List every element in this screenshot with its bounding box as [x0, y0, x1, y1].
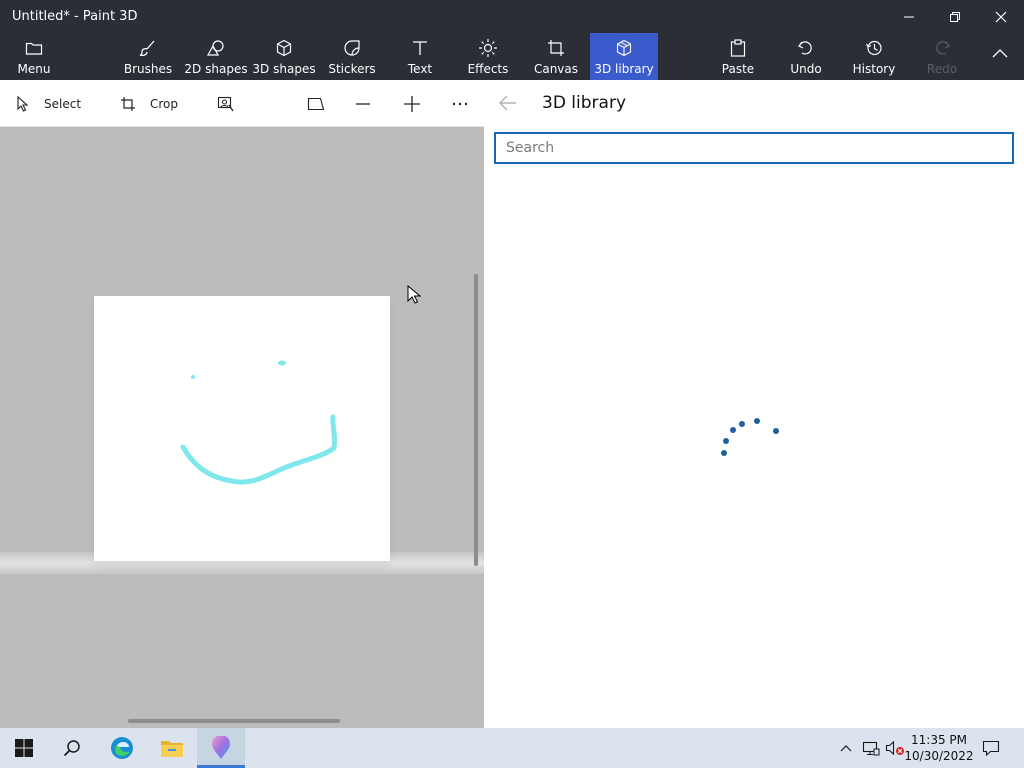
2d-shapes-button[interactable]: 2D shapes: [184, 33, 248, 80]
3d-shapes-button[interactable]: 3D shapes: [252, 33, 316, 80]
minimize-icon: [904, 16, 914, 17]
magic-select-icon: [217, 96, 234, 111]
canvas-toolbar: Select Crop: [0, 80, 484, 127]
view-toggle-button[interactable]: [307, 80, 325, 127]
chevron-up-icon: [992, 49, 1008, 58]
title-bar: Untitled* - Paint 3D: [0, 0, 1024, 33]
2d-shapes-label: 2D shapes: [184, 62, 248, 76]
more-icon: [452, 102, 468, 105]
text-icon: [410, 38, 430, 58]
clock-date: 10/30/2022: [904, 749, 974, 763]
stickers-icon: [342, 38, 362, 58]
close-button[interactable]: [978, 0, 1024, 33]
crop-icon: [121, 96, 135, 111]
effects-button[interactable]: Effects: [464, 33, 512, 80]
edge-browser-button[interactable]: [98, 728, 146, 768]
minus-icon: [356, 102, 370, 105]
3d-view-icon: [307, 97, 325, 110]
stickers-button[interactable]: Stickers: [325, 33, 379, 80]
3d-shapes-icon: [274, 38, 294, 58]
horizontal-scrollbar[interactable]: [128, 719, 340, 723]
3d-library-icon: [614, 38, 634, 58]
drawing-canvas[interactable]: [94, 296, 390, 561]
window-title: Untitled* - Paint 3D: [12, 9, 138, 24]
redo-icon: [932, 38, 952, 58]
taskbar: 11:35 PM 10/30/2022: [0, 728, 1024, 768]
work-area[interactable]: [0, 128, 484, 728]
folder-icon: [161, 741, 183, 757]
history-button[interactable]: History: [848, 33, 900, 80]
select-label: Select: [44, 96, 82, 111]
history-label: History: [852, 62, 896, 76]
file-explorer-button[interactable]: [148, 728, 196, 768]
notification-icon: [982, 740, 1000, 756]
back-arrow-icon[interactable]: [498, 94, 518, 112]
loading-spinner: [721, 418, 779, 456]
canvas-label: Canvas: [533, 62, 579, 76]
paste-label: Paste: [721, 62, 755, 76]
windows-logo-icon: [15, 739, 33, 757]
text-button[interactable]: Text: [397, 33, 443, 80]
paint-3d-taskbar-button[interactable]: [197, 728, 245, 768]
3d-library-panel: 3D library: [484, 80, 1024, 728]
taskbar-clock[interactable]: 11:35 PM 10/30/2022: [900, 732, 978, 764]
text-label: Text: [407, 62, 433, 76]
redo-label: Redo: [926, 62, 958, 76]
vertical-scrollbar[interactable]: [474, 274, 478, 566]
folder-icon: [24, 38, 44, 58]
history-icon: [864, 38, 884, 58]
3d-shapes-label: 3D shapes: [252, 62, 316, 76]
brush-icon: [138, 38, 158, 58]
more-options-button[interactable]: [451, 80, 469, 127]
undo-button[interactable]: Undo: [784, 33, 828, 80]
mouse-pointer-icon: [407, 285, 421, 304]
clock-time: 11:35 PM: [911, 733, 967, 747]
paste-button[interactable]: Paste: [716, 33, 760, 80]
action-center-button[interactable]: [978, 728, 1004, 768]
panel-title: 3D library: [542, 93, 627, 113]
redo-button[interactable]: Redo: [920, 33, 964, 80]
collapse-ribbon-button[interactable]: [980, 33, 1020, 80]
paint-3d-icon: [212, 736, 230, 759]
zoom-out-button[interactable]: [355, 80, 371, 127]
crop-button[interactable]: Crop: [120, 80, 178, 127]
smiley-doodle: [180, 360, 338, 485]
canvas-icon: [546, 38, 566, 58]
stickers-label: Stickers: [328, 62, 376, 76]
close-icon: [995, 11, 1007, 22]
start-button[interactable]: [0, 728, 48, 768]
select-cursor-icon: [17, 95, 29, 112]
menu-button[interactable]: Menu: [10, 33, 58, 80]
edge-icon: [111, 737, 133, 759]
chevron-up-icon: [840, 745, 852, 752]
ribbon: Menu Brushes 2D shapes 3D shapes Sticker…: [0, 33, 1024, 80]
effects-icon: [478, 38, 498, 58]
3d-library-button[interactable]: 3D library: [590, 33, 658, 80]
3d-library-label: 3D library: [594, 62, 654, 76]
minimize-button[interactable]: [886, 0, 932, 33]
search-button[interactable]: [48, 728, 96, 768]
show-hidden-icons-button[interactable]: [836, 728, 856, 768]
paste-icon: [728, 38, 748, 58]
network-tray-button[interactable]: [860, 728, 882, 768]
effects-label: Effects: [467, 62, 509, 76]
brushes-label: Brushes: [123, 62, 173, 76]
select-button[interactable]: Select: [16, 80, 81, 127]
magic-select-button[interactable]: [217, 80, 235, 127]
brushes-button[interactable]: Brushes: [120, 33, 176, 80]
plus-icon: [404, 95, 420, 112]
search-icon: [63, 740, 80, 757]
canvas-button[interactable]: Canvas: [532, 33, 580, 80]
2d-shapes-icon: [206, 38, 226, 58]
crop-label: Crop: [150, 96, 179, 111]
restore-button[interactable]: [932, 0, 978, 33]
network-icon: [862, 741, 880, 756]
menu-label: Menu: [17, 62, 51, 76]
undo-icon: [796, 38, 816, 58]
search-input[interactable]: [494, 132, 1014, 164]
undo-label: Undo: [790, 62, 822, 76]
zoom-in-button[interactable]: [403, 80, 421, 127]
restore-icon: [950, 11, 960, 22]
